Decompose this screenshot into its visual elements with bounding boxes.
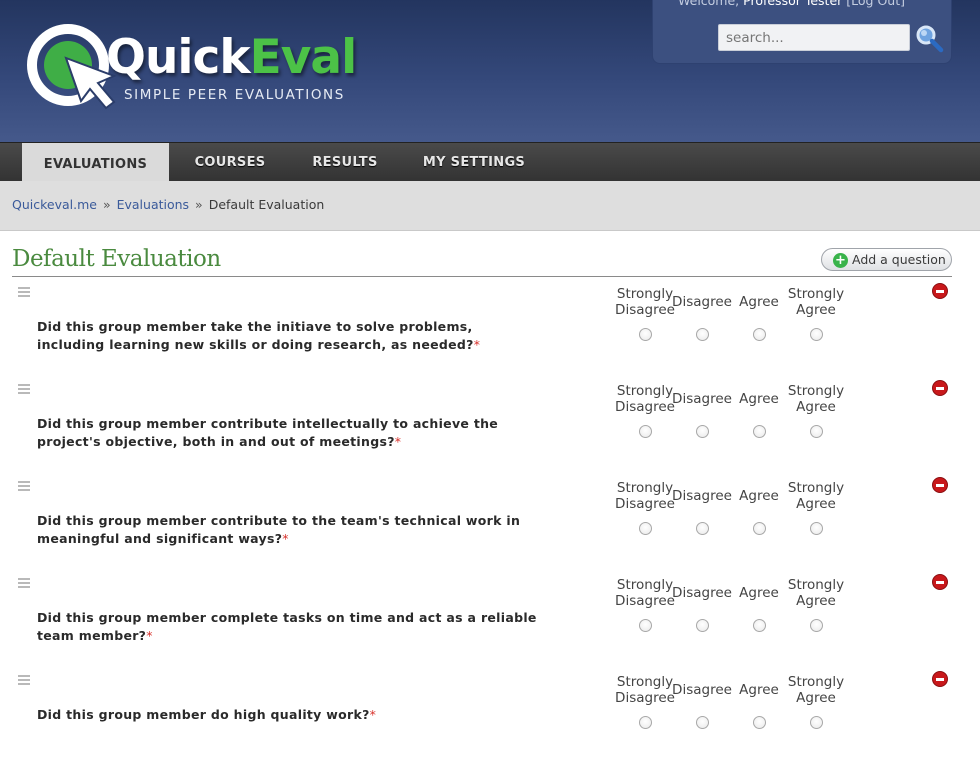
breadcrumb-separator: » (102, 197, 111, 212)
question-label: Did this group member complete tasks on … (37, 610, 537, 643)
rating-radio[interactable] (810, 425, 823, 438)
breadcrumb-evaluations-link[interactable]: Evaluations (117, 197, 189, 212)
question-label: Did this group member take the initiave … (37, 319, 474, 352)
rating-radio[interactable] (753, 328, 766, 341)
drag-handle-icon[interactable] (18, 481, 30, 491)
quickeval-logo[interactable]: QuickEval SIMPLE PEER EVALUATIONS (26, 22, 386, 122)
logo-quick-text: Quick (106, 30, 251, 85)
breadcrumb-home-link[interactable]: Quickeval.me (12, 197, 97, 212)
scale-label: Agree (739, 682, 779, 698)
logo-wordmark: QuickEval (106, 34, 357, 81)
drag-handle-icon[interactable] (18, 675, 30, 685)
question-text: Did this group member contribute to the … (37, 512, 537, 548)
scale-label: Strongly Agree (787, 674, 845, 706)
required-marker: * (369, 707, 377, 722)
breadcrumb-current: Default Evaluation (208, 197, 325, 212)
question-text: Did this group member take the initiave … (37, 318, 537, 354)
required-marker: * (282, 531, 289, 546)
remove-question-icon[interactable] (932, 283, 948, 299)
logo-tagline: SIMPLE PEER EVALUATIONS (124, 87, 345, 103)
welcome-prefix: Welcome, (678, 0, 740, 8)
rating-radio[interactable] (753, 619, 766, 632)
question-row: Did this group member contribute to the … (0, 472, 980, 569)
scale-label: Agree (739, 585, 779, 601)
remove-question-icon[interactable] (932, 671, 948, 687)
drag-handle-icon[interactable] (18, 287, 30, 297)
rating-radio[interactable] (696, 716, 709, 729)
required-marker: * (394, 434, 402, 449)
rating-radio[interactable] (753, 425, 766, 438)
rating-radio[interactable] (639, 328, 652, 341)
scale-label: Strongly Agree (787, 480, 845, 512)
logo-eval-text: Eval (249, 30, 358, 85)
nav-tab-my-settings[interactable]: MY SETTINGS (416, 143, 532, 182)
question-row: Did this group member take the initiave … (0, 278, 980, 375)
breadcrumb-bar: Quickeval.me » Evaluations » Default Eva… (0, 181, 980, 231)
breadcrumb-separator: » (195, 197, 203, 212)
rating-radio[interactable] (810, 522, 823, 535)
title-divider (12, 276, 952, 277)
rating-radio[interactable] (753, 716, 766, 729)
logout-link[interactable]: [Log Out] (846, 0, 905, 8)
plus-circle-icon: + (833, 253, 848, 268)
scale-label: Strongly Agree (787, 577, 845, 609)
welcome-text: Welcome, Professor Tester [Log Out] (678, 0, 905, 8)
rating-radio[interactable] (639, 716, 652, 729)
site-header: QuickEval SIMPLE PEER EVALUATIONS Welcom… (0, 0, 980, 142)
rating-radio[interactable] (810, 328, 823, 341)
remove-question-icon[interactable] (932, 380, 948, 396)
rating-radio[interactable] (696, 328, 709, 341)
rating-radio[interactable] (810, 619, 823, 632)
required-marker: * (473, 337, 481, 352)
scale-label: Agree (739, 391, 779, 407)
nav-tab-evaluations[interactable]: EVALUATIONS (22, 143, 169, 182)
search-input[interactable] (718, 24, 910, 51)
scale-label: Strongly Agree (787, 286, 845, 318)
page-title: Default Evaluation (12, 246, 221, 272)
nav-tab-results[interactable]: RESULTS (302, 143, 388, 182)
remove-question-icon[interactable] (932, 477, 948, 493)
question-text: Did this group member complete tasks on … (37, 609, 537, 645)
user-name: Professor Tester (743, 0, 843, 8)
required-marker: * (146, 628, 153, 643)
question-row: Did this group member complete tasks on … (0, 569, 980, 666)
question-label: Did this group member do high quality wo… (37, 707, 370, 722)
search-icon[interactable] (914, 23, 944, 53)
rating-radio[interactable] (696, 425, 709, 438)
question-text: Did this group member do high quality wo… (37, 706, 537, 724)
question-label: Did this group member contribute to the … (37, 513, 521, 546)
drag-handle-icon[interactable] (18, 578, 30, 588)
question-text: Did this group member contribute intelle… (37, 415, 537, 451)
question-row: Did this group member contribute intelle… (0, 375, 980, 472)
rating-radio[interactable] (639, 619, 652, 632)
breadcrumb: Quickeval.me » Evaluations » Default Eva… (12, 197, 324, 212)
rating-radio[interactable] (639, 522, 652, 535)
drag-handle-icon[interactable] (18, 384, 30, 394)
rating-radio[interactable] (696, 522, 709, 535)
scale-label: Strongly Agree (787, 383, 845, 415)
main-nav: EVALUATIONS COURSES RESULTS MY SETTINGS (0, 142, 980, 182)
question-label: Did this group member contribute intelle… (37, 416, 499, 449)
rating-radio[interactable] (639, 425, 652, 438)
remove-question-icon[interactable] (932, 574, 948, 590)
question-row: Did this group member do high quality wo… (0, 666, 980, 763)
nav-tab-courses[interactable]: COURSES (184, 143, 276, 182)
scale-label: Agree (739, 294, 779, 310)
add-question-label: Add a question (852, 252, 946, 267)
rating-radio[interactable] (810, 716, 823, 729)
add-question-button[interactable]: + Add a question (821, 248, 952, 271)
scale-label: Agree (739, 488, 779, 504)
rating-radio[interactable] (696, 619, 709, 632)
rating-radio[interactable] (753, 522, 766, 535)
